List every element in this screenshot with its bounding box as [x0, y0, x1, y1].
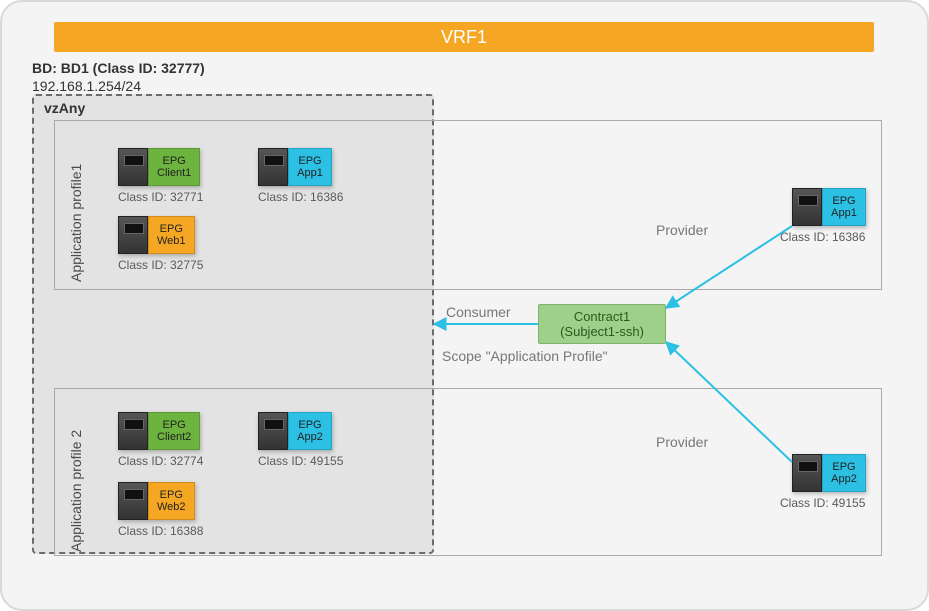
server-icon: [258, 412, 288, 450]
epg-client2-label: EPGClient2: [148, 412, 200, 450]
epg-provider-app2-label: EPGApp2: [822, 454, 866, 492]
epg-app2: EPGApp2: [258, 412, 332, 450]
epg-provider-app1-classid: Class ID: 16386: [780, 230, 865, 244]
ap2-label: Application profile 2: [68, 430, 84, 552]
provider-label-1: Provider: [656, 222, 708, 238]
epg-app1: EPGApp1: [258, 148, 332, 186]
bd-subnet: 192.168.1.254/24: [32, 78, 141, 94]
server-icon: [258, 148, 288, 186]
epg-app2-classid: Class ID: 49155: [258, 454, 343, 468]
epg-client1: EPGClient1: [118, 148, 200, 186]
contract-name: Contract1: [574, 309, 630, 324]
epg-client1-label: EPGClient1: [148, 148, 200, 186]
epg-web2-label: EPGWeb2: [148, 482, 195, 520]
server-icon: [792, 454, 822, 492]
epg-web2-classid: Class ID: 16388: [118, 524, 203, 538]
epg-provider-app2-classid: Class ID: 49155: [780, 496, 865, 510]
server-icon: [792, 188, 822, 226]
epg-client2-classid: Class ID: 32774: [118, 454, 203, 468]
epg-provider-app1: EPGApp1: [792, 188, 866, 226]
ap1-label: Application profile1: [68, 164, 84, 282]
vzany-label: vzAny: [44, 100, 85, 116]
epg-provider-app1-label: EPGApp1: [822, 188, 866, 226]
epg-web2: EPGWeb2: [118, 482, 195, 520]
server-icon: [118, 412, 148, 450]
epg-web1-classid: Class ID: 32775: [118, 258, 203, 272]
consumer-label: Consumer: [446, 304, 511, 320]
contract-box: Contract1 (Subject1-ssh): [538, 304, 666, 344]
server-icon: [118, 482, 148, 520]
epg-web1: EPGWeb1: [118, 216, 195, 254]
epg-client1-classid: Class ID: 32771: [118, 190, 203, 204]
vrf-banner: VRF1: [54, 22, 874, 52]
diagram-canvas: VRF1 BD: BD1 (Class ID: 32777) 192.168.1…: [0, 0, 929, 611]
epg-app1-classid: Class ID: 16386: [258, 190, 343, 204]
server-icon: [118, 148, 148, 186]
server-icon: [118, 216, 148, 254]
epg-app2-label: EPGApp2: [288, 412, 332, 450]
provider-label-2: Provider: [656, 434, 708, 450]
bd-header: BD: BD1 (Class ID: 32777): [32, 60, 205, 76]
epg-app1-label: EPGApp1: [288, 148, 332, 186]
contract-scope: Scope "Application Profile": [442, 348, 608, 364]
epg-client2: EPGClient2: [118, 412, 200, 450]
epg-provider-app2: EPGApp2: [792, 454, 866, 492]
contract-subject: (Subject1-ssh): [560, 324, 644, 339]
epg-web1-label: EPGWeb1: [148, 216, 195, 254]
